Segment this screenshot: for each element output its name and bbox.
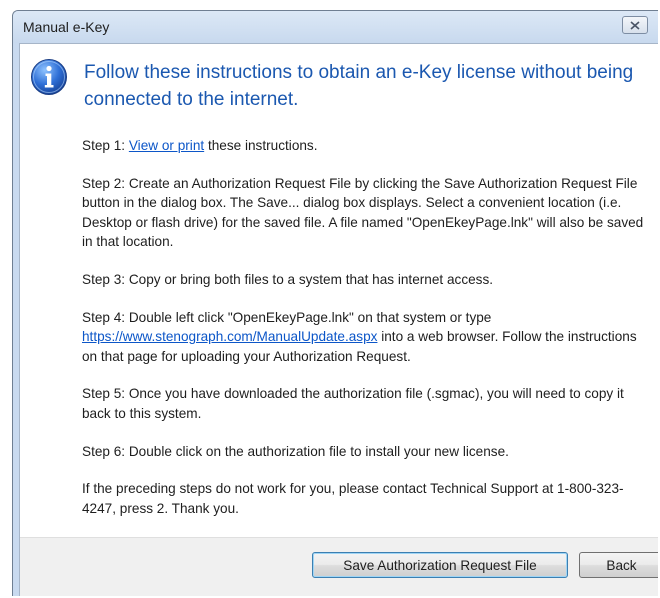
instructions-heading: Follow these instructions to obtain an e… <box>84 62 634 110</box>
step-1-suffix: these instructions. <box>204 138 318 153</box>
step-1: Step 1: View or print these instructions… <box>82 136 654 156</box>
manual-update-link[interactable]: https://www.stenograph.com/ManualUpdate.… <box>82 329 377 344</box>
title-bar[interactable]: Manual e-Key <box>13 11 658 43</box>
step-4: Step 4: Double left click "OpenEkeyPage.… <box>82 308 654 367</box>
view-or-print-link[interactable]: View or print <box>129 138 204 153</box>
save-authorization-request-button[interactable]: Save Authorization Request File <box>312 552 568 578</box>
instructions-content: Step 1: View or print these instructions… <box>82 136 654 536</box>
step-1-prefix: Step 1: <box>82 138 129 153</box>
step-6: Step 6: Double click on the authorizatio… <box>82 443 509 459</box>
support-note: If the preceding steps do not work for y… <box>82 481 624 516</box>
manual-ekey-dialog: Manual e-Key Follow these instructions t… <box>12 10 658 596</box>
dialog-footer: Save Authorization Request File Back <box>20 537 658 596</box>
step-5: Step 5: Once you have downloaded the aut… <box>82 386 624 421</box>
step-3: Step 3: Copy or bring both files to a sy… <box>82 271 494 287</box>
dialog-body: Follow these instructions to obtain an e… <box>19 43 658 596</box>
step-2: Step 2: Create an Authorization Request … <box>82 175 644 250</box>
window-title: Manual e-Key <box>23 19 110 35</box>
back-button[interactable]: Back <box>579 552 658 578</box>
step-4-prefix: Step 4: Double left click "OpenEkeyPage.… <box>82 309 492 325</box>
info-icon <box>31 59 67 95</box>
close-icon <box>630 20 640 30</box>
close-button[interactable] <box>622 16 648 34</box>
